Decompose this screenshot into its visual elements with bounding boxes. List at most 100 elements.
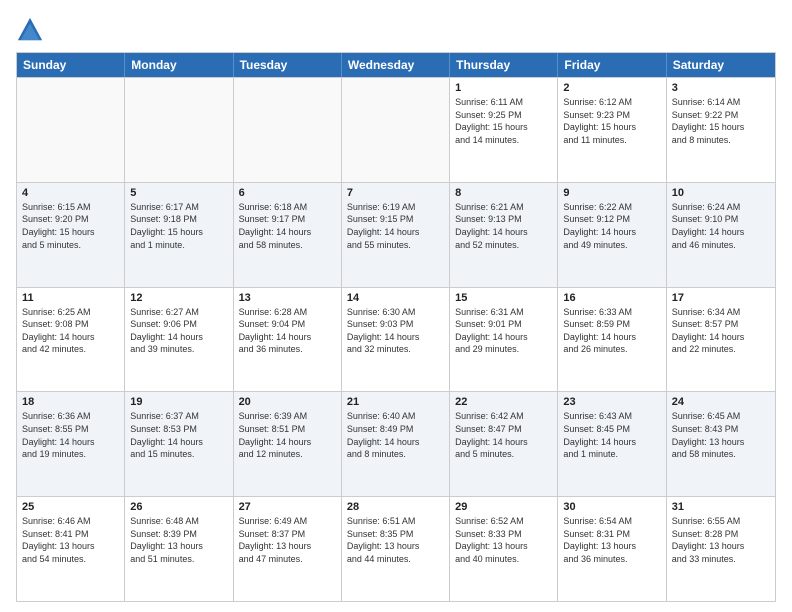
calendar-cell: 16 Sunrise: 6:33 AM Sunset: 8:59 PM Dayli…	[558, 288, 666, 392]
day-info: Sunrise: 6:22 AM Sunset: 9:12 PM Dayligh…	[563, 201, 660, 251]
day-number: 26	[130, 501, 227, 513]
day-info: Sunrise: 6:14 AM Sunset: 9:22 PM Dayligh…	[672, 96, 770, 146]
day-info: Sunrise: 6:18 AM Sunset: 9:17 PM Dayligh…	[239, 201, 336, 251]
day-info: Sunrise: 6:19 AM Sunset: 9:15 PM Dayligh…	[347, 201, 444, 251]
calendar-cell: 10 Sunrise: 6:24 AM Sunset: 9:10 PM Dayli…	[667, 183, 775, 287]
calendar-cell: 8Sunrise: 6:21 AM Sunset: 9:13 PM Daylig…	[450, 183, 558, 287]
day-info: Sunrise: 6:15 AM Sunset: 9:20 PM Dayligh…	[22, 201, 119, 251]
calendar-week: 18 Sunrise: 6:36 AM Sunset: 8:55 PM Dayli…	[17, 391, 775, 496]
page: SundayMondayTuesdayWednesdayThursdayFrid…	[0, 0, 792, 612]
day-number: 12	[130, 292, 227, 304]
day-number: 7	[347, 187, 444, 199]
calendar-week: 11 Sunrise: 6:25 AM Sunset: 9:08 PM Dayli…	[17, 287, 775, 392]
day-info: Sunrise: 6:42 AM Sunset: 8:47 PM Dayligh…	[455, 410, 552, 460]
day-number: 18	[22, 396, 119, 408]
day-number: 15	[455, 292, 552, 304]
day-info: Sunrise: 6:33 AM Sunset: 8:59 PM Dayligh…	[563, 306, 660, 356]
day-number: 16	[563, 292, 660, 304]
day-info: Sunrise: 6:30 AM Sunset: 9:03 PM Dayligh…	[347, 306, 444, 356]
calendar-week: 4Sunrise: 6:15 AM Sunset: 9:20 PM Daylig…	[17, 182, 775, 287]
calendar-body: 1 Sunrise: 6:11 AM Sunset: 9:25 PM Daylig…	[17, 77, 775, 601]
day-number: 14	[347, 292, 444, 304]
day-number: 19	[130, 396, 227, 408]
calendar-cell: 30 Sunrise: 6:54 AM Sunset: 8:31 PM Dayli…	[558, 497, 666, 601]
calendar-cell	[17, 78, 125, 182]
calendar-cell: 1 Sunrise: 6:11 AM Sunset: 9:25 PM Daylig…	[450, 78, 558, 182]
day-info: Sunrise: 6:28 AM Sunset: 9:04 PM Dayligh…	[239, 306, 336, 356]
calendar-cell: 18 Sunrise: 6:36 AM Sunset: 8:55 PM Dayli…	[17, 392, 125, 496]
calendar-cell: 29Sunrise: 6:52 AM Sunset: 8:33 PM Dayli…	[450, 497, 558, 601]
day-info: Sunrise: 6:25 AM Sunset: 9:08 PM Dayligh…	[22, 306, 119, 356]
day-number: 6	[239, 187, 336, 199]
calendar-cell: 11 Sunrise: 6:25 AM Sunset: 9:08 PM Dayli…	[17, 288, 125, 392]
day-number: 10	[672, 187, 770, 199]
calendar-cell: 13 Sunrise: 6:28 AM Sunset: 9:04 PM Dayli…	[234, 288, 342, 392]
calendar-cell: 5Sunrise: 6:17 AM Sunset: 9:18 PM Daylig…	[125, 183, 233, 287]
day-number: 1	[455, 82, 552, 94]
day-info: Sunrise: 6:27 AM Sunset: 9:06 PM Dayligh…	[130, 306, 227, 356]
day-info: Sunrise: 6:11 AM Sunset: 9:25 PM Dayligh…	[455, 96, 552, 146]
calendar-cell: 9 Sunrise: 6:22 AM Sunset: 9:12 PM Daylig…	[558, 183, 666, 287]
day-number: 3	[672, 82, 770, 94]
day-number: 24	[672, 396, 770, 408]
day-info: Sunrise: 6:49 AM Sunset: 8:37 PM Dayligh…	[239, 515, 336, 565]
day-number: 8	[455, 187, 552, 199]
calendar-cell: 15 Sunrise: 6:31 AM Sunset: 9:01 PM Dayli…	[450, 288, 558, 392]
calendar-header-day: Wednesday	[342, 53, 450, 77]
calendar-cell: 27 Sunrise: 6:49 AM Sunset: 8:37 PM Dayli…	[234, 497, 342, 601]
day-number: 9	[563, 187, 660, 199]
day-info: Sunrise: 6:43 AM Sunset: 8:45 PM Dayligh…	[563, 410, 660, 460]
calendar-cell: 25 Sunrise: 6:46 AM Sunset: 8:41 PM Dayli…	[17, 497, 125, 601]
calendar-cell: 31Sunrise: 6:55 AM Sunset: 8:28 PM Dayli…	[667, 497, 775, 601]
day-info: Sunrise: 6:24 AM Sunset: 9:10 PM Dayligh…	[672, 201, 770, 251]
calendar-header: SundayMondayTuesdayWednesdayThursdayFrid…	[17, 53, 775, 77]
calendar-cell	[125, 78, 233, 182]
day-info: Sunrise: 6:39 AM Sunset: 8:51 PM Dayligh…	[239, 410, 336, 460]
day-info: Sunrise: 6:54 AM Sunset: 8:31 PM Dayligh…	[563, 515, 660, 565]
calendar-header-day: Friday	[558, 53, 666, 77]
day-info: Sunrise: 6:40 AM Sunset: 8:49 PM Dayligh…	[347, 410, 444, 460]
day-number: 27	[239, 501, 336, 513]
calendar-header-day: Saturday	[667, 53, 775, 77]
logo	[16, 16, 48, 44]
day-number: 5	[130, 187, 227, 199]
day-info: Sunrise: 6:48 AM Sunset: 8:39 PM Dayligh…	[130, 515, 227, 565]
calendar-cell: 20 Sunrise: 6:39 AM Sunset: 8:51 PM Dayli…	[234, 392, 342, 496]
calendar-header-day: Sunday	[17, 53, 125, 77]
day-info: Sunrise: 6:37 AM Sunset: 8:53 PM Dayligh…	[130, 410, 227, 460]
calendar-cell: 2Sunrise: 6:12 AM Sunset: 9:23 PM Daylig…	[558, 78, 666, 182]
calendar-cell: 12 Sunrise: 6:27 AM Sunset: 9:06 PM Dayli…	[125, 288, 233, 392]
day-info: Sunrise: 6:36 AM Sunset: 8:55 PM Dayligh…	[22, 410, 119, 460]
logo-icon	[16, 16, 44, 44]
calendar-week: 25 Sunrise: 6:46 AM Sunset: 8:41 PM Dayli…	[17, 496, 775, 601]
day-info: Sunrise: 6:45 AM Sunset: 8:43 PM Dayligh…	[672, 410, 770, 460]
calendar-cell: 6 Sunrise: 6:18 AM Sunset: 9:17 PM Daylig…	[234, 183, 342, 287]
calendar-header-day: Monday	[125, 53, 233, 77]
day-number: 28	[347, 501, 444, 513]
day-number: 2	[563, 82, 660, 94]
day-number: 22	[455, 396, 552, 408]
day-number: 11	[22, 292, 119, 304]
day-number: 31	[672, 501, 770, 513]
calendar-cell	[234, 78, 342, 182]
calendar-cell: 21 Sunrise: 6:40 AM Sunset: 8:49 PM Dayli…	[342, 392, 450, 496]
day-number: 21	[347, 396, 444, 408]
day-info: Sunrise: 6:31 AM Sunset: 9:01 PM Dayligh…	[455, 306, 552, 356]
day-info: Sunrise: 6:46 AM Sunset: 8:41 PM Dayligh…	[22, 515, 119, 565]
calendar-cell: 26 Sunrise: 6:48 AM Sunset: 8:39 PM Dayli…	[125, 497, 233, 601]
day-info: Sunrise: 6:34 AM Sunset: 8:57 PM Dayligh…	[672, 306, 770, 356]
calendar-cell: 17Sunrise: 6:34 AM Sunset: 8:57 PM Dayli…	[667, 288, 775, 392]
day-number: 13	[239, 292, 336, 304]
calendar-cell: 28Sunrise: 6:51 AM Sunset: 8:35 PM Dayli…	[342, 497, 450, 601]
day-number: 20	[239, 396, 336, 408]
calendar-cell	[342, 78, 450, 182]
day-number: 30	[563, 501, 660, 513]
day-number: 23	[563, 396, 660, 408]
day-number: 29	[455, 501, 552, 513]
calendar-cell: 24 Sunrise: 6:45 AM Sunset: 8:43 PM Dayli…	[667, 392, 775, 496]
calendar-cell: 22 Sunrise: 6:42 AM Sunset: 8:47 PM Dayli…	[450, 392, 558, 496]
day-number: 25	[22, 501, 119, 513]
calendar-cell: 19 Sunrise: 6:37 AM Sunset: 8:53 PM Dayli…	[125, 392, 233, 496]
header	[16, 16, 776, 44]
calendar-cell: 14 Sunrise: 6:30 AM Sunset: 9:03 PM Dayli…	[342, 288, 450, 392]
